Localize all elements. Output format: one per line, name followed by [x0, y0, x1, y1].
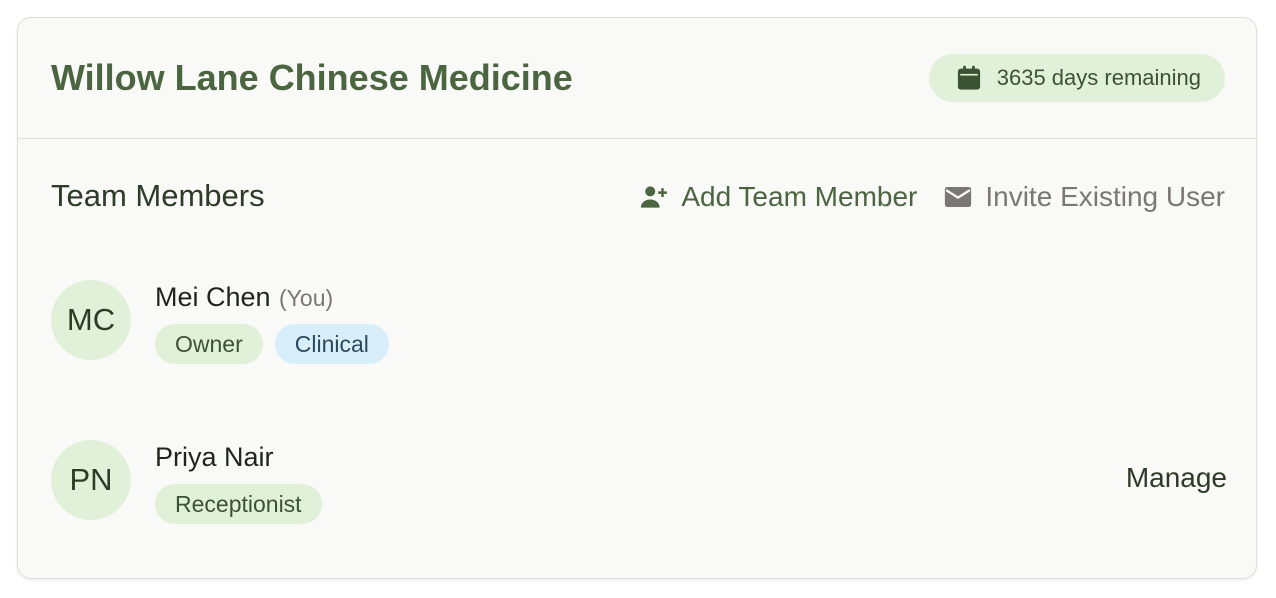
add-team-member-button[interactable]: Add Team Member — [639, 181, 917, 213]
clinic-card: Willow Lane Chinese Medicine 3635 days r… — [17, 17, 1257, 579]
role-tags: Receptionist — [155, 484, 322, 524]
role-tag-clinical: Clinical — [274, 324, 389, 364]
invite-existing-user-label: Invite Existing User — [985, 181, 1225, 212]
days-remaining-text: 3635 days remaining — [996, 65, 1201, 90]
invite-existing-user-button[interactable]: Invite Existing User — [943, 181, 1225, 213]
add-team-member-label: Add Team Member — [681, 181, 918, 212]
member-name-row: Priya Nair — [155, 440, 274, 479]
avatar: MC — [51, 280, 131, 360]
team-member-row: PN Priya Nair Receptionist Manage — [51, 440, 1227, 524]
role-tag-receptionist: Receptionist — [155, 484, 322, 524]
team-member-row: MC Mei Chen (You) Owner Clinical — [51, 280, 1227, 364]
you-label: (You) — [279, 285, 334, 311]
section-title: Team Members — [51, 178, 265, 213]
person-add-icon — [639, 182, 669, 212]
member-name-row: Mei Chen (You) — [155, 280, 333, 319]
card-header: Willow Lane Chinese Medicine 3635 days r… — [18, 18, 1256, 139]
clinic-title: Willow Lane Chinese Medicine — [51, 57, 573, 98]
team-actions: Add Team Member Invite Existing User — [639, 178, 1225, 216]
member-name: Priya Nair — [155, 442, 274, 472]
role-tag-owner: Owner — [155, 324, 263, 364]
avatar: PN — [51, 440, 131, 520]
member-name: Mei Chen — [155, 282, 271, 312]
role-tags: Owner Clinical — [155, 324, 389, 364]
envelope-icon — [943, 182, 973, 212]
manage-button[interactable]: Manage — [1126, 462, 1227, 494]
days-remaining-badge: 3635 days remaining — [928, 54, 1225, 102]
calendar-icon — [955, 64, 983, 92]
